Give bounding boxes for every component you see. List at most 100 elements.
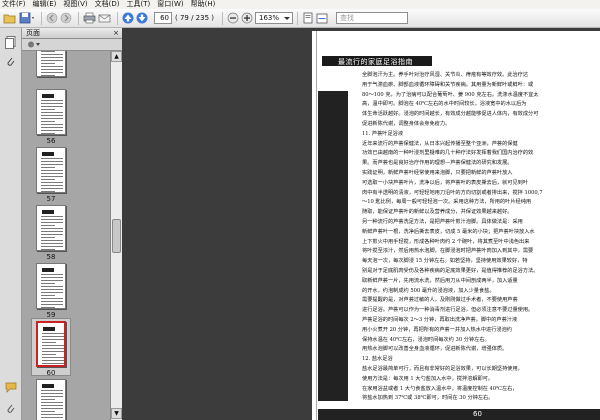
thumbnail-page-label: 60 <box>46 369 56 377</box>
thumbnail-text-line <box>41 182 63 183</box>
thumbnail-text-line <box>41 51 55 52</box>
body-text-line: 高，温中即可。脚泡在 40℃左右的水中时间较长，浴液宽中的水以后为 <box>362 101 527 108</box>
scroll-down-button[interactable]: ▼ <box>111 408 122 419</box>
body-text-line: 随取，能保证芦荟叶的新鲜以及营养成分，并保证效果越来越好。 <box>362 209 513 216</box>
next-page-button[interactable] <box>136 11 148 25</box>
page-thumbnail[interactable] <box>36 321 66 367</box>
print-icon <box>83 12 96 24</box>
body-text-line: 在家用浴盆或者 1 大勺食盐放入温水中，将温度控制在 40℃左右， <box>362 385 518 392</box>
body-text-line: 将叶搅至浓汁，然后用热水泡脚，在脚浸泡时把芦荟叶肉加入到其中，需要 <box>362 248 534 255</box>
thumbnail-text-line <box>41 176 63 177</box>
panel-title: 页面 <box>26 29 40 37</box>
thumbnail-text-line <box>42 360 64 361</box>
thumbnail-text-line <box>42 333 64 334</box>
forward-button[interactable] <box>60 11 72 25</box>
page-thumbnail[interactable] <box>36 379 66 420</box>
thumbnail-text-line <box>41 417 63 418</box>
page-body-text: 全脚泡汗为主。养手叶对治疗风湿、关节炎、痔疮有等效疗效。此治疗达 用于气滞血瘀、脚… <box>362 71 600 404</box>
down-arrow-icon <box>136 12 148 24</box>
thumbnail-text-line <box>41 106 63 107</box>
thumbnail-text-line <box>41 72 63 73</box>
page-thumbnail[interactable] <box>36 51 66 77</box>
thumbnail-page-label: 58 <box>46 253 56 261</box>
page-thumbnail[interactable] <box>36 263 66 309</box>
thumbnail-text-line <box>41 66 63 67</box>
thumbnail-header-mark <box>43 327 55 331</box>
thumbnail-text-line <box>42 363 64 364</box>
menu-file[interactable]: 文件(F) <box>2 0 26 9</box>
body-text-line: 每天泡一次，每次脚浸 15 分钟左右。如若坚持，坚持使用效果较好，特 <box>362 258 528 265</box>
toolbar-separator <box>117 11 118 25</box>
pages-panel-button[interactable] <box>5 36 16 51</box>
zoom-out-button[interactable] <box>227 11 239 25</box>
search-input[interactable]: 查找 <box>336 12 408 24</box>
thumbnail-text-line <box>41 127 63 128</box>
zoom-in-button[interactable] <box>241 11 253 25</box>
chapter-header-text: 最流行的家庭足浴指南 <box>338 58 413 66</box>
previous-page-button[interactable] <box>122 11 134 25</box>
menu-edit[interactable]: 编辑(E) <box>33 0 57 9</box>
scan-edge-shadow <box>318 91 348 401</box>
attachment-bottom-button[interactable] <box>5 404 16 418</box>
page-footer-bar: 60 <box>318 409 600 420</box>
thumbnail-text-line <box>41 112 63 113</box>
menu-help[interactable]: 帮助(H) <box>191 0 216 9</box>
thumbnail-text-line <box>41 115 63 116</box>
thumbnail-scrollbar[interactable]: ▲ ▼ <box>110 51 122 420</box>
page-thumbnail[interactable] <box>36 147 66 193</box>
email-button[interactable] <box>98 11 111 25</box>
body-text-line: 11. 芦荟叶足浴液 <box>362 130 404 137</box>
menu-document[interactable]: 文档(D) <box>95 0 120 9</box>
thumbnail-text-line <box>41 408 63 409</box>
thumbnail-text-line <box>41 301 63 302</box>
body-text-line: 80～100 克，为了治病可以配合葡萄叶、姜 900 克左右。洗涤水温度不宜太 <box>362 91 539 98</box>
thumbnail-text-line <box>41 188 63 189</box>
panel-close-button[interactable]: × <box>113 28 119 39</box>
body-text-line: 保持水温在 40℃左右，浸泡时间每次约 30 分钟左右。 <box>362 336 490 343</box>
print-button[interactable] <box>83 11 96 25</box>
scroll-thumb[interactable] <box>112 219 121 253</box>
thumbnail-text-line <box>41 100 63 101</box>
thumbnail-text-line <box>41 393 63 394</box>
panel-toolbar <box>22 39 122 51</box>
thumbnail-text-line <box>41 225 55 226</box>
comments-panel-button[interactable] <box>5 382 17 395</box>
thumbnail-text-line <box>41 133 55 134</box>
body-text-line: 新鲜芦荟叶一根，洗净后撕去表皮，切成 5 毫米的小块；把芦荟叶块放入水 <box>362 228 535 235</box>
page-number-input[interactable]: 60 <box>154 12 172 24</box>
options-icon[interactable] <box>27 40 41 49</box>
zoom-level-select[interactable]: 163% <box>255 12 293 24</box>
thumbnail-text-line <box>42 348 64 349</box>
body-text-line: 芦荟足浴的时间每次 2～3 分钟，再取出洗净芦荟，脚中的芦荟汁液 <box>362 316 518 323</box>
pdf-reader-window: 文件(F) 编辑(E) 视图(V) 文档(D) 工具(T) 窗口(W) 帮助(H… <box>0 0 600 420</box>
menu-tools[interactable]: 工具(T) <box>127 0 151 9</box>
page-footer-number: 60 <box>473 410 482 418</box>
body-text-line: 的开水，约泡制成约 500 毫升的浸泡液，加入少量食盐。 <box>362 287 495 294</box>
attachment-icon <box>7 404 15 413</box>
attachments-panel-button[interactable] <box>5 56 16 70</box>
fit-width-button[interactable] <box>316 11 328 25</box>
thumbnail-text-line <box>41 295 55 296</box>
back-button[interactable] <box>46 11 58 25</box>
fit-page-button[interactable] <box>302 11 314 25</box>
scroll-up-button[interactable]: ▲ <box>111 51 122 62</box>
open-folder-button[interactable] <box>3 11 17 25</box>
thumbnail-text-line <box>41 57 63 58</box>
navigation-strip <box>0 28 22 420</box>
folder-icon <box>3 14 16 24</box>
menu-view[interactable]: 视图(V) <box>63 0 87 9</box>
thumbnail-page-label: 57 <box>46 195 56 203</box>
menu-window[interactable]: 窗口(W) <box>157 0 183 9</box>
thumbnail-text-line <box>41 121 55 122</box>
thumbnail-text-line <box>41 402 63 403</box>
page-thumbnail[interactable] <box>36 205 66 251</box>
body-text-line: 盐水足浴最简单可行，而且有非常好的足浴效果，可以长期坚持使用， <box>362 365 523 372</box>
page-thumbnail[interactable] <box>36 89 66 135</box>
body-text-line: 果。而芦荟也是良好治疗作用的理想—芦荟保健法的研究和发展。 <box>362 160 513 167</box>
thumbnail-text-line <box>41 289 63 290</box>
thumbnail-text-line <box>41 170 63 171</box>
document-view[interactable]: 最流行的家庭足浴指南 全脚泡汗为主。养手叶对治疗风湿、关节炎、痔疮有等效疗效。此… <box>122 28 600 420</box>
body-text-line: ～10 匙比例，每周一般可轻轻泡一次。采用这种方法，所用的叶片经纯用 <box>362 199 532 206</box>
toolbar-separator <box>78 11 79 25</box>
save-button[interactable] <box>19 11 35 25</box>
